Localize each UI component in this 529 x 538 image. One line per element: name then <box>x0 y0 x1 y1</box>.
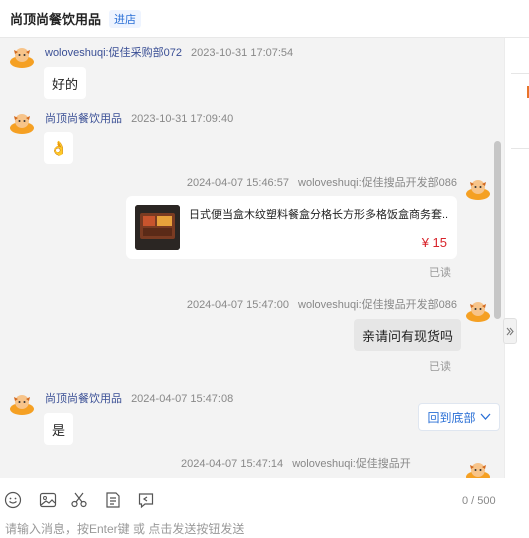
avatar-icon <box>10 395 34 415</box>
back-to-bottom-label: 回到底部 <box>427 410 476 425</box>
message-time: 2023-10-31 17:07:54 <box>191 47 294 59</box>
quick-reply-icon[interactable] <box>137 491 155 509</box>
product-title: 日式便当盒木纹塑料餐盒分格长方形多格饭盒商务套... <box>189 209 449 221</box>
message-time: 2023-10-31 17:09:40 <box>131 113 234 125</box>
message-input[interactable] <box>5 520 525 538</box>
message-bubble: 亲请问有现货吗 <box>354 319 462 351</box>
enter-shop-link[interactable]: 进店 <box>109 9 142 28</box>
avatar-icon <box>10 48 34 68</box>
side-panel <box>504 38 529 478</box>
message-bubble: 👌 <box>44 132 74 164</box>
avatar-icon <box>466 463 490 478</box>
scissors-icon[interactable] <box>70 491 88 509</box>
avatar-icon <box>466 180 490 200</box>
message-meta: 尚顶尚餐饮用品 2023-10-31 17:09:40 <box>45 110 233 126</box>
product-image <box>135 205 180 250</box>
divider <box>511 148 529 149</box>
sender-name: 尚顶尚餐饮用品 <box>45 113 122 125</box>
sender-name: woloveshuqi:促佳搜品开 <box>292 458 411 470</box>
message-bubble: 是 <box>44 413 74 445</box>
chevron-down-icon <box>480 413 490 420</box>
message-time: 2024-04-07 15:47:14 <box>181 458 284 470</box>
message-meta: woloveshuqi:促佳采购部072 2023-10-31 17:07:54 <box>45 44 293 60</box>
message-time: 2024-04-07 15:47:00 <box>186 299 289 311</box>
read-status: 已读 <box>429 361 451 373</box>
image-icon[interactable] <box>39 491 57 509</box>
product-card[interactable]: 日式便当盒木纹塑料餐盒分格长方形多格饭盒商务套... ¥ 15 <box>126 196 457 259</box>
double-chevron-right-icon <box>506 327 514 335</box>
message-meta: 尚顶尚餐饮用品 2024-04-07 15:47:08 <box>45 390 233 406</box>
expand-panel-button[interactable] <box>503 318 517 344</box>
input-toolbar <box>0 478 529 518</box>
avatar-icon <box>10 114 34 134</box>
sender-name: woloveshuqi:促佳采购部072 <box>45 47 182 59</box>
message-time: 2024-04-07 15:46:57 <box>186 177 289 189</box>
char-counter: 0 / 500 <box>462 495 496 507</box>
scrollbar-thumb[interactable] <box>494 141 501 319</box>
message-bubble: 好的 <box>44 67 87 99</box>
chat-header: 尚顶尚餐饮用品 进店 <box>0 0 529 38</box>
divider <box>511 73 529 74</box>
order-icon[interactable] <box>104 491 122 509</box>
emoji-icon[interactable] <box>4 491 22 509</box>
message-meta: 2024-04-07 15:47:00 woloveshuqi:促佳搜品开发部0… <box>187 296 457 312</box>
sender-name: woloveshuqi:促佳搜品开发部086 <box>298 299 457 311</box>
back-to-bottom-button[interactable]: 回到底部 <box>418 403 500 431</box>
sender-name: woloveshuqi:促佳搜品开发部086 <box>298 177 457 189</box>
message-meta: 2024-04-07 15:47:14 woloveshuqi:促佳搜品开 <box>181 455 411 471</box>
shop-title: 尚顶尚餐饮用品 <box>10 12 102 27</box>
read-status: 已读 <box>429 267 451 279</box>
product-price: ¥ 15 <box>421 235 447 250</box>
avatar-icon <box>466 302 490 322</box>
message-meta: 2024-04-07 15:46:57 woloveshuqi:促佳搜品开发部0… <box>187 174 457 190</box>
message-time: 2024-04-07 15:47:08 <box>131 393 234 405</box>
sender-name: 尚顶尚餐饮用品 <box>45 393 122 405</box>
